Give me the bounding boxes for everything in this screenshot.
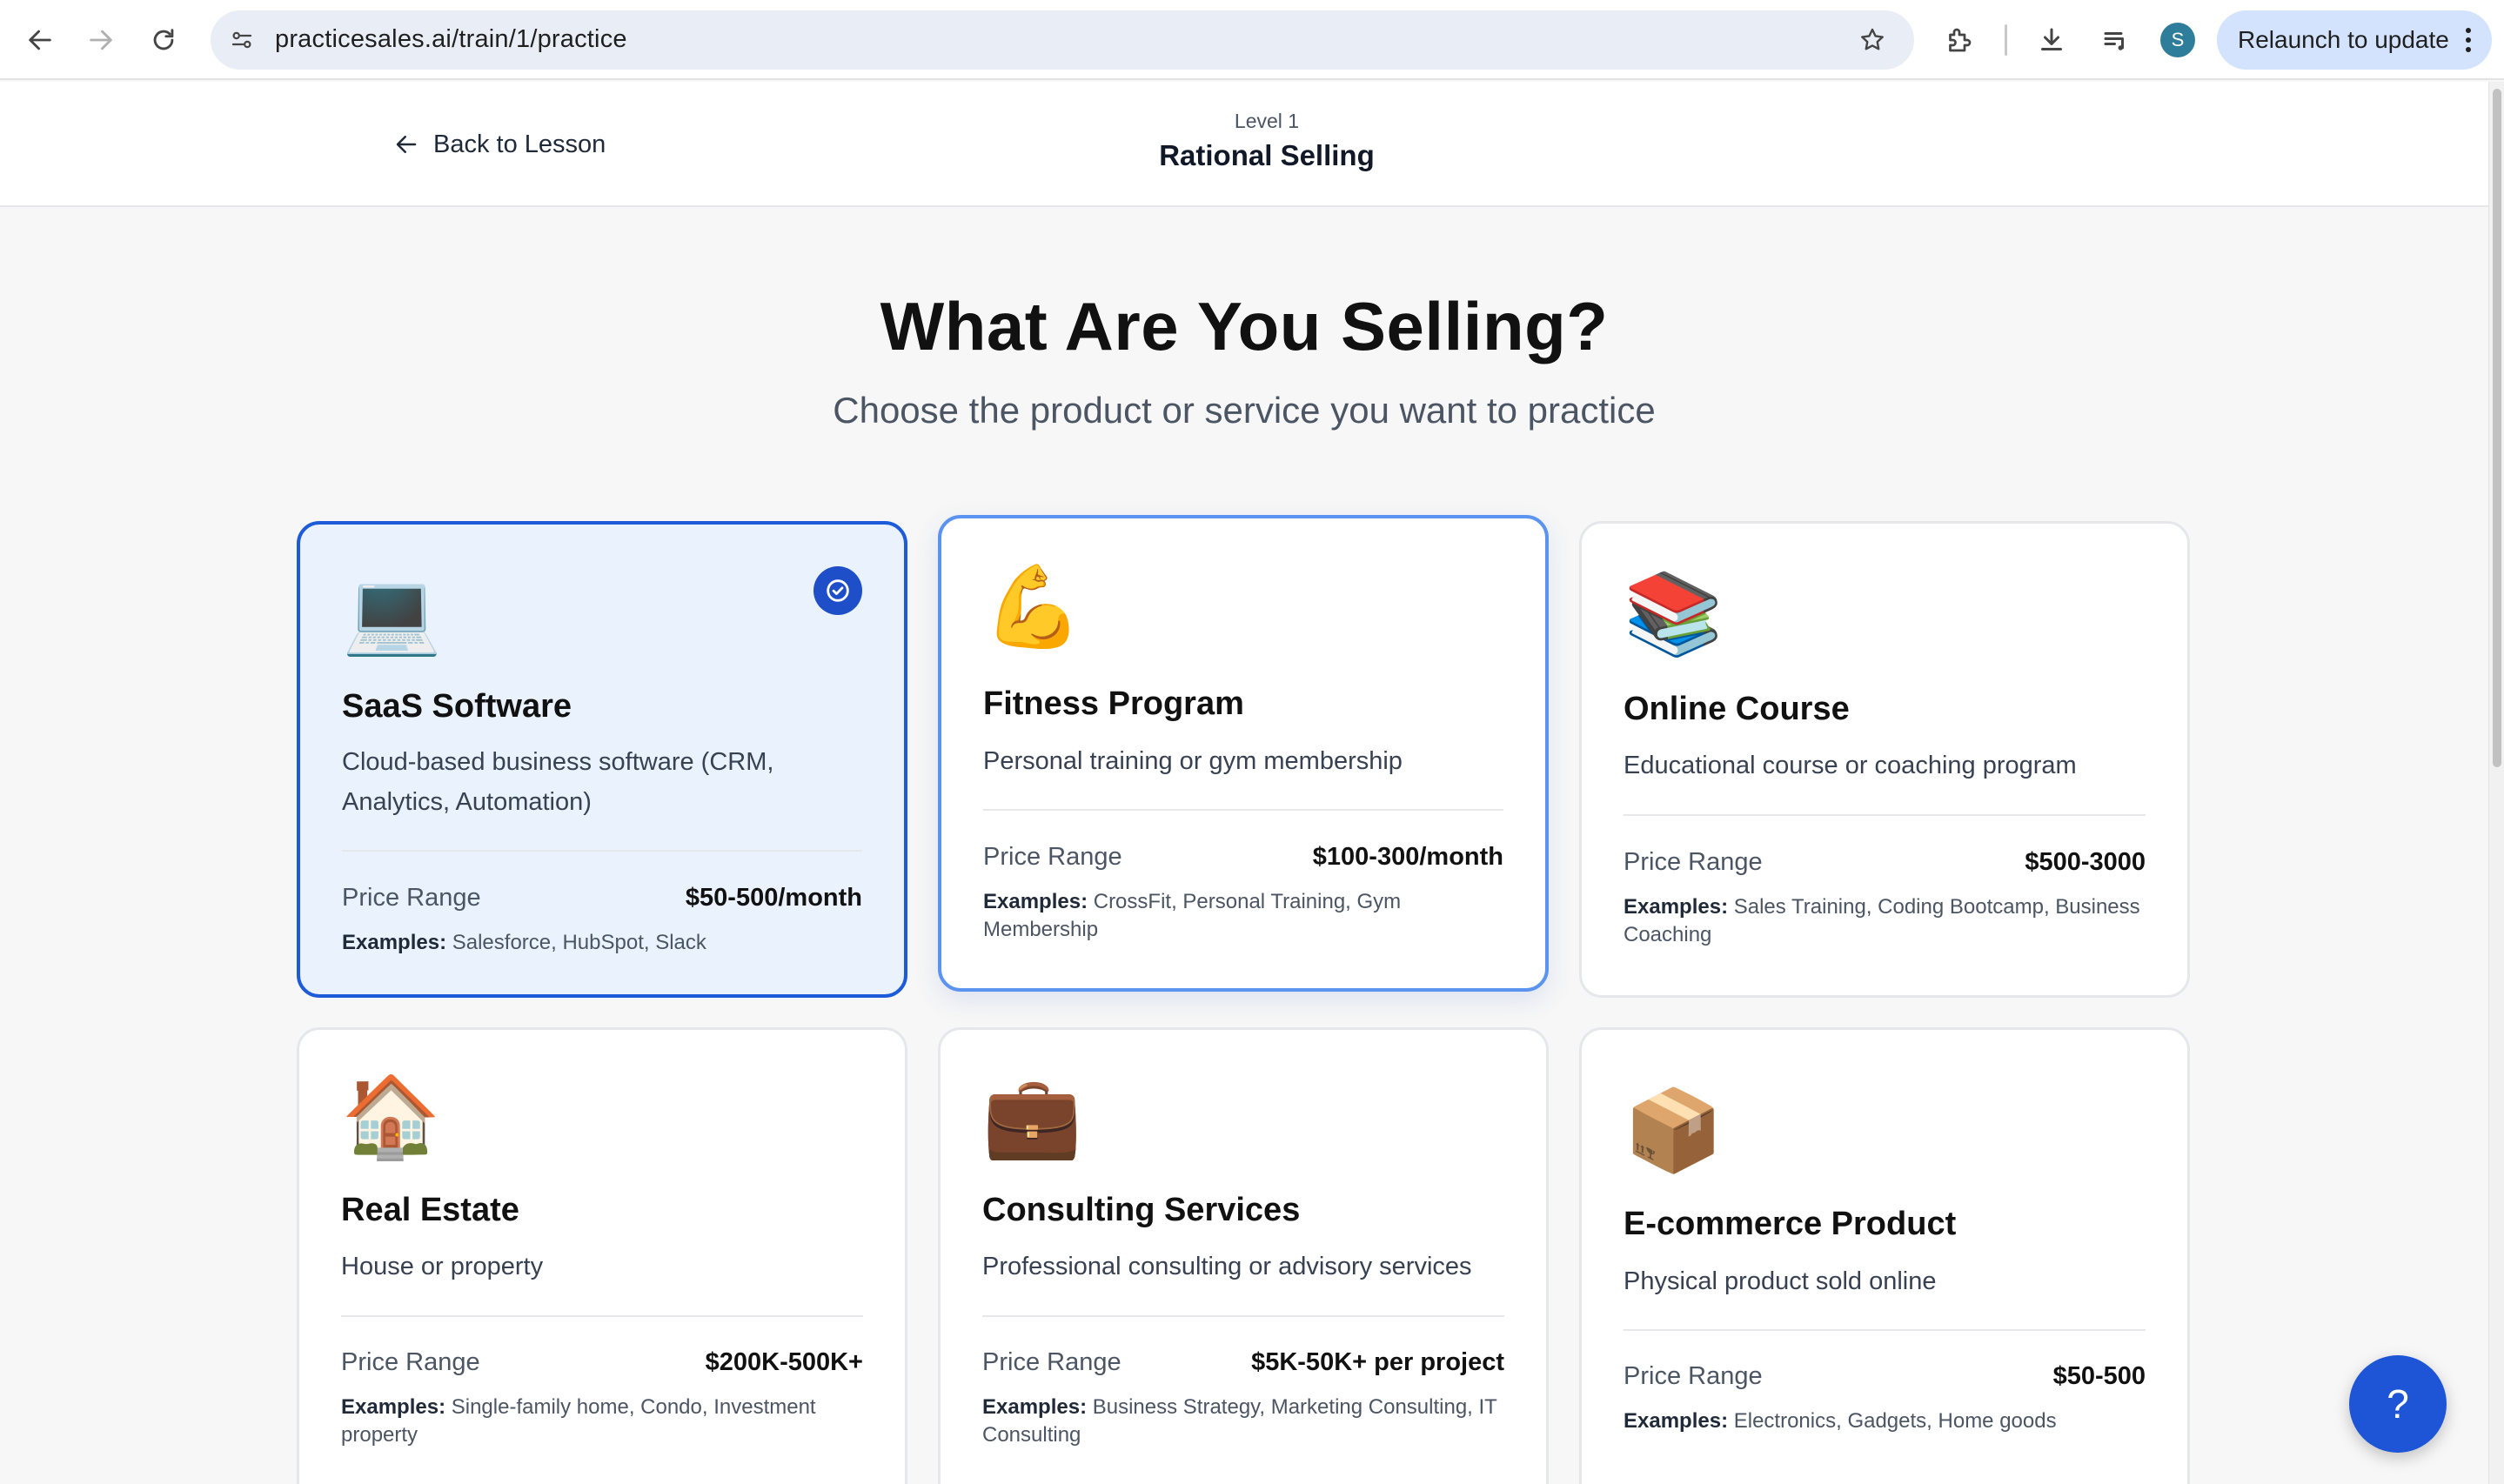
site-settings-icon[interactable] xyxy=(223,21,261,59)
download-icon[interactable] xyxy=(2031,19,2072,61)
examples-label: Examples: xyxy=(982,1395,1088,1419)
product-card-online-course[interactable]: 📚 Online Course Educational course or co… xyxy=(1579,521,2190,998)
examples-label: Examples: xyxy=(1624,1409,1729,1433)
product-description: Personal training or gym membership xyxy=(983,747,1403,775)
house-icon: 🏠 xyxy=(341,1070,441,1163)
back-to-lesson-link[interactable]: Back to Lesson xyxy=(393,127,606,162)
product-description: Physical product sold online xyxy=(1624,1267,1937,1295)
price-range-value: $5K-50K+ per project xyxy=(1251,1348,1504,1376)
level-label: Level 1 xyxy=(1234,110,1300,132)
price-range-label: Price Range xyxy=(983,843,1122,871)
card-divider xyxy=(983,809,1503,811)
product-card-saas-software[interactable]: 💻 SaaS Software Cloud-based business sof… xyxy=(297,521,907,998)
selected-check-icon xyxy=(813,566,862,615)
product-examples: Examples: Business Strategy, Marketing C… xyxy=(982,1394,1504,1449)
help-button[interactable]: ? xyxy=(2349,1355,2447,1453)
card-divider xyxy=(342,850,862,852)
address-bar[interactable]: practicesales.ai/train/1/practice xyxy=(211,10,1914,70)
examples-label: Examples: xyxy=(983,890,1088,913)
price-range-label: Price Range xyxy=(982,1348,1121,1376)
more-vertical-icon[interactable] xyxy=(2466,28,2471,52)
media-queue-icon[interactable] xyxy=(2095,19,2137,61)
product-title: Online Course xyxy=(1624,691,1850,727)
product-examples: Examples: Single-family home, Condo, Inv… xyxy=(341,1394,863,1449)
browser-toolbar: practicesales.ai/train/1/practice S Rela… xyxy=(0,0,2504,80)
price-range-value: $50-500 xyxy=(2052,1362,2146,1390)
package-icon: 📦 xyxy=(1624,1084,1724,1177)
relaunch-label: Relaunch to update xyxy=(2238,26,2449,53)
page-subtitle: Choose the product or service you want t… xyxy=(833,390,1656,431)
relaunch-button[interactable]: Relaunch to update xyxy=(2217,10,2492,70)
price-range-label: Price Range xyxy=(1624,1362,1763,1390)
product-description: Cloud-based business software (CRM, Anal… xyxy=(342,748,774,816)
product-title: SaaS Software xyxy=(342,688,572,725)
arrow-left-icon xyxy=(396,136,417,153)
profile-avatar[interactable]: S xyxy=(2160,23,2195,57)
laptop-icon: 💻 xyxy=(342,566,442,659)
page-scrollbar[interactable] xyxy=(2488,82,2504,1484)
examples-label: Examples: xyxy=(342,931,447,954)
page-title: What Are You Selling? xyxy=(880,288,1609,364)
product-title: Fitness Program xyxy=(983,685,1244,722)
back-arrow-icon[interactable] xyxy=(19,19,61,61)
bookmark-star-icon[interactable] xyxy=(1853,21,1891,59)
product-card-consulting-services[interactable]: 💼 Consulting Services Professional consu… xyxy=(938,1027,1549,1484)
card-divider xyxy=(1624,814,2146,816)
product-title: Real Estate xyxy=(341,1192,519,1228)
books-icon: 📚 xyxy=(1624,567,1724,660)
reload-icon[interactable] xyxy=(143,19,184,61)
examples-label: Examples: xyxy=(341,1395,446,1419)
product-card-e-commerce-product[interactable]: 📦 E-commerce Product Physical product so… xyxy=(1579,1027,2190,1484)
price-range-label: Price Range xyxy=(1624,848,1763,876)
briefcase-icon: 💼 xyxy=(982,1070,1082,1163)
price-range-label: Price Range xyxy=(342,884,481,912)
price-range-value: $100-300/month xyxy=(1312,843,1503,871)
examples-label: Examples: xyxy=(1624,895,1729,919)
lesson-header: Back to Lesson Level 1 Rational Selling xyxy=(0,82,2488,207)
examples-text: Salesforce, HubSpot, Slack xyxy=(452,931,706,954)
examples-text: Electronics, Gadgets, Home goods xyxy=(1733,1409,2057,1433)
product-description: Professional consulting or advisory serv… xyxy=(982,1253,1472,1280)
product-title: Consulting Services xyxy=(982,1192,1301,1228)
product-card-real-estate[interactable]: 🏠 Real Estate House or property Price Ra… xyxy=(297,1027,907,1484)
extensions-puzzle-icon[interactable] xyxy=(1938,19,1980,61)
product-title: E-commerce Product xyxy=(1624,1206,1957,1242)
back-to-lesson-label: Back to Lesson xyxy=(433,130,606,158)
forward-arrow-icon[interactable] xyxy=(80,19,122,61)
product-examples: Examples: Sales Training, Coding Bootcam… xyxy=(1624,893,2146,949)
lesson-title: Rational Selling xyxy=(1159,139,1375,171)
card-divider xyxy=(1624,1329,2146,1331)
scrollbar-thumb[interactable] xyxy=(2493,89,2501,767)
product-examples: Examples: Salesforce, HubSpot, Slack xyxy=(342,929,862,957)
product-examples: Examples: CrossFit, Personal Training, G… xyxy=(983,888,1503,944)
card-divider xyxy=(341,1315,863,1317)
product-description: Educational course or coaching program xyxy=(1624,752,2077,779)
card-divider xyxy=(982,1315,1504,1317)
product-description: House or property xyxy=(341,1253,544,1280)
flexed-biceps-icon: 💪 xyxy=(983,560,1083,653)
product-examples: Examples: Electronics, Gadgets, Home goo… xyxy=(1624,1407,2146,1435)
toolbar-divider xyxy=(2005,24,2007,56)
price-range-label: Price Range xyxy=(341,1348,480,1376)
product-card-fitness-program[interactable]: 💪 Fitness Program Personal training or g… xyxy=(938,515,1549,992)
price-range-value: $200K-500K+ xyxy=(705,1348,863,1376)
price-range-value: $50-500/month xyxy=(685,884,862,912)
price-range-value: $500-3000 xyxy=(2025,848,2146,876)
url-text: practicesales.ai/train/1/practice xyxy=(275,25,627,53)
